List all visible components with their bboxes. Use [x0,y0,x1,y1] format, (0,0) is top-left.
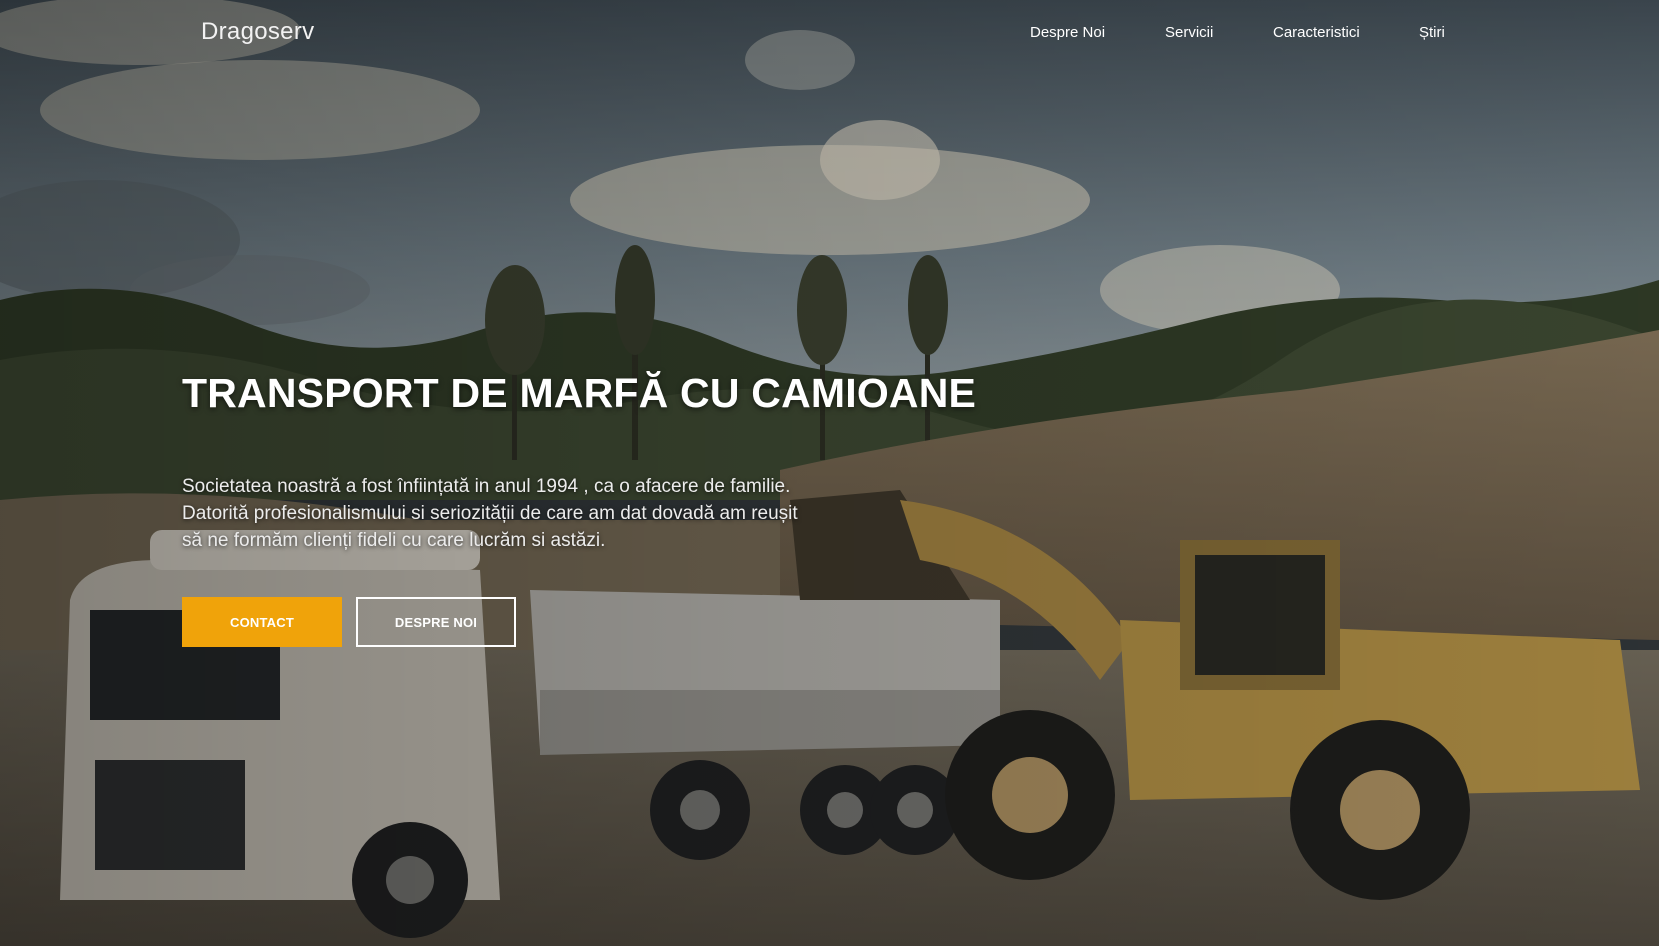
top-navbar: Dragoserv Despre Noi Servicii Caracteris… [0,0,1659,66]
brand-logo-text[interactable]: Dragoserv [201,18,314,46]
despre-noi-button[interactable]: DESPRE NOI [356,597,516,647]
contact-button[interactable]: CONTACT [182,597,342,647]
nav-link-servicii[interactable]: Servicii [1165,24,1213,41]
hero-content: TRANSPORT DE MARFĂ CU CAMIOANE Societate… [182,370,982,554]
hero-section: Dragoserv Despre Noi Servicii Caracteris… [0,0,1659,946]
hero-headline: TRANSPORT DE MARFĂ CU CAMIOANE [182,370,977,416]
nav-link-stiri[interactable]: Știri [1419,24,1445,41]
hero-description-line: Societatea noastră a fost înființată in … [182,476,791,497]
nav-link-despre-noi[interactable]: Despre Noi [1030,24,1105,41]
hero-description: Societatea noastră a fost înființată in … [182,473,862,554]
nav-link-caracteristici[interactable]: Caracteristici [1273,24,1360,41]
hero-description-line: să ne formăm clienți fideli cu care lucr… [182,530,606,551]
hero-description-line: Datorită profesionalismului si seriozită… [182,503,798,524]
